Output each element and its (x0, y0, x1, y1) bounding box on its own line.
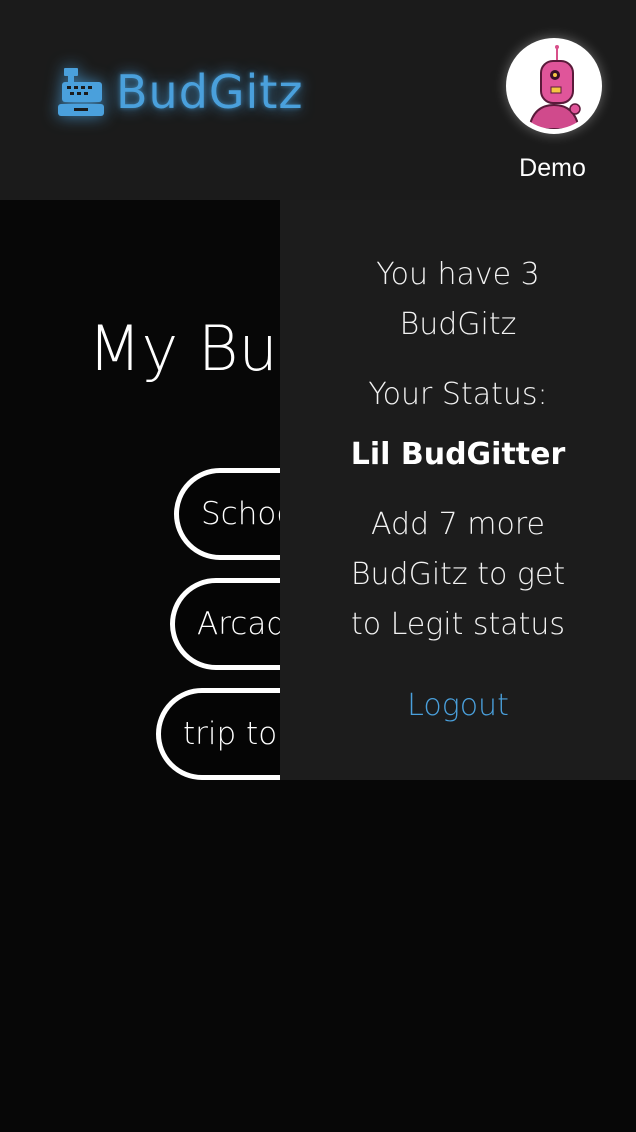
progress-line-2: BudGitz to get (350, 557, 566, 592)
status-value: Lil BudGitter (350, 437, 566, 472)
robot-avatar-icon (511, 43, 597, 129)
budget-count-line-1: You have 3 (376, 257, 540, 292)
username-label[interactable]: Demo (490, 154, 615, 183)
budget-count-line-2: BudGitz (399, 307, 517, 342)
cash-register-icon (58, 68, 104, 116)
header-bar: BudGitz Demo (0, 0, 636, 200)
progress-line-1: Add 7 more (371, 507, 545, 542)
avatar[interactable] (506, 38, 602, 134)
progress-line-3: to Legit status (350, 607, 566, 642)
logo[interactable]: BudGitz (56, 66, 304, 118)
logo-text: BudGitz (116, 65, 304, 119)
page-title: My Bu (88, 312, 278, 385)
app-page: BudGitz Demo My Bu Schoo Arcad trip to Y… (0, 0, 636, 1132)
status-label: Your Status: (368, 377, 548, 412)
user-dropdown-panel: You have 3 BudGitz Your Status: Lil BudG… (280, 200, 636, 780)
logout-link[interactable]: Logout (280, 681, 636, 731)
